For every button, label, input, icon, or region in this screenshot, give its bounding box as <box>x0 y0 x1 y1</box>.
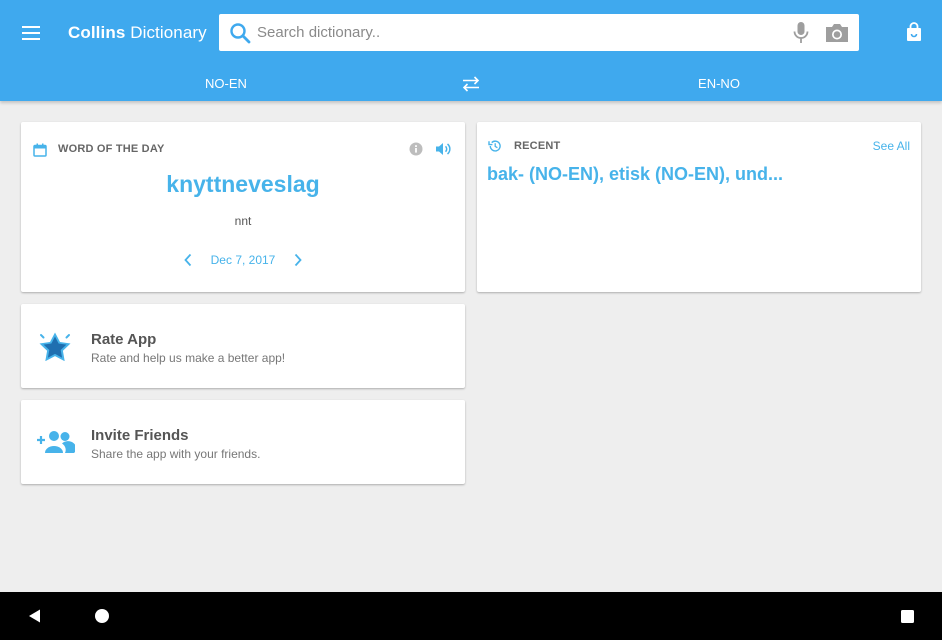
voice-search-button[interactable] <box>786 14 816 51</box>
invite-friends-card[interactable]: Invite Friends Share the app with your f… <box>21 400 465 484</box>
recent-heading: RECENT <box>514 140 561 152</box>
invite-friends-subtitle: Share the app with your friends. <box>91 447 261 461</box>
menu-button[interactable] <box>18 20 44 46</box>
word-of-the-day-part-of-speech: nnt <box>234 214 252 228</box>
word-of-the-day-date: Dec 7, 2017 <box>210 253 276 267</box>
chevron-right-icon <box>295 253 303 267</box>
info-icon[interactable] <box>408 141 424 157</box>
rate-app-icon-wrap <box>35 330 75 362</box>
calendar-icon <box>33 143 47 157</box>
recent-apps-icon[interactable] <box>900 609 915 624</box>
previous-day-button[interactable] <box>178 250 198 270</box>
chevron-left-icon <box>183 253 191 267</box>
app-title-rest: Dictionary <box>125 23 207 42</box>
tab-en-no[interactable]: EN-NO <box>619 68 819 98</box>
see-all-link[interactable]: See All <box>873 139 910 153</box>
search-icon <box>230 22 251 43</box>
rate-app-title: Rate App <box>91 331 157 348</box>
app-title: Collins Dictionary <box>68 23 207 43</box>
recent-words[interactable]: bak- (NO-EN), etisk (NO-EN), und... <box>487 164 783 185</box>
swap-language-button[interactable] <box>459 73 483 95</box>
next-day-button[interactable] <box>288 250 308 270</box>
camera-search-button[interactable] <box>820 14 854 51</box>
rate-app-subtitle: Rate and help us make a better app! <box>91 351 286 365</box>
invite-friends-icon-wrap <box>35 426 75 458</box>
word-of-the-day-heading: WORD OF THE DAY <box>58 143 165 155</box>
search-bar <box>219 14 859 51</box>
history-icon <box>488 140 501 152</box>
app-title-bold: Collins <box>68 23 126 42</box>
microphone-icon <box>793 21 809 43</box>
shopping-bag-icon <box>907 22 921 41</box>
system-navigation-bar <box>0 592 942 640</box>
word-of-the-day-word[interactable]: knyttneveslag <box>21 171 465 198</box>
menu-icon <box>22 26 40 40</box>
star-badge-icon <box>39 332 71 361</box>
rate-app-card[interactable]: Rate App Rate and help us make a better … <box>21 304 465 388</box>
speaker-icon[interactable] <box>434 140 452 158</box>
camera-icon <box>826 23 848 42</box>
home-icon[interactable] <box>94 608 110 624</box>
search-input[interactable] <box>257 17 786 48</box>
add-people-icon <box>37 431 75 453</box>
shop-button[interactable] <box>902 20 926 44</box>
back-icon[interactable] <box>26 607 44 625</box>
recent-card: RECENT See All bak- (NO-EN), etisk (NO-E… <box>477 122 921 292</box>
swap-arrows-icon <box>462 76 480 92</box>
search-icon-wrap <box>223 14 257 51</box>
date-navigator: Dec 7, 2017 <box>21 252 465 268</box>
invite-friends-title: Invite Friends <box>91 427 189 444</box>
tab-no-en[interactable]: NO-EN <box>126 68 326 98</box>
word-of-the-day-card: WORD OF THE DAY knyttneveslag nnt Dec 7,… <box>21 122 465 292</box>
app-bar: Collins Dictionary Search dictionary.. N… <box>0 0 942 101</box>
